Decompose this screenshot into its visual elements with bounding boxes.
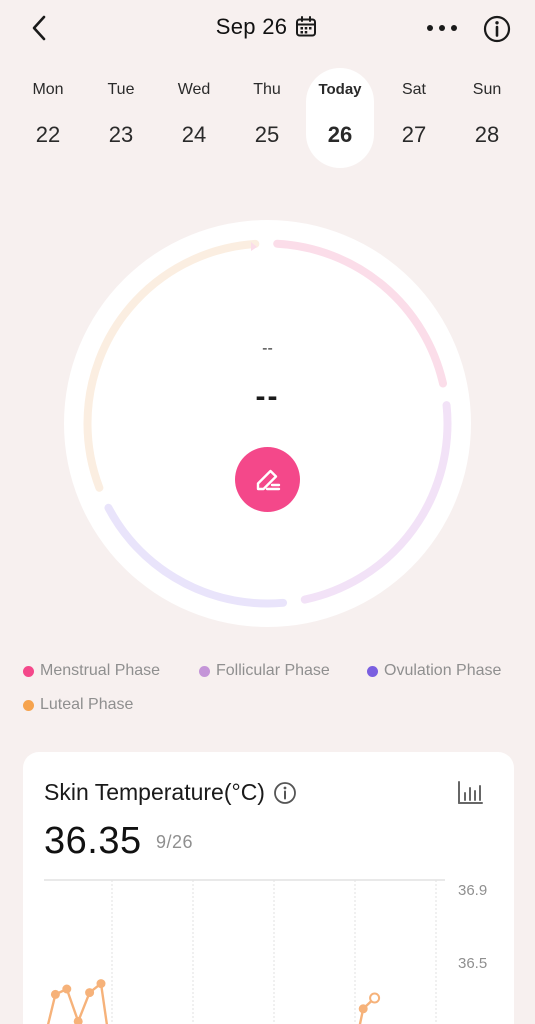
temperature-point: [369, 992, 381, 1004]
legend-label: Follicular Phase: [216, 662, 330, 679]
temperature-point: [62, 984, 72, 994]
day-number: 23: [108, 122, 134, 147]
day-number: 25: [254, 122, 280, 147]
cycle-label: --: [262, 340, 273, 357]
day-number: 28: [474, 122, 500, 147]
legend-luteal: Luteal Phase: [23, 696, 133, 714]
day-name: Today: [318, 81, 362, 98]
day-mon[interactable]: Mon 22: [14, 68, 82, 168]
day-name: Wed: [177, 81, 211, 98]
temperature-point: [73, 1016, 83, 1024]
day-tue[interactable]: Tue 23: [87, 68, 155, 168]
day-sun[interactable]: Sun 28: [453, 68, 521, 168]
day-name: Tue: [107, 81, 135, 98]
edit-pencil-icon: [256, 469, 280, 490]
legend-label: Menstrual Phase: [40, 662, 161, 679]
day-name: Mon: [32, 81, 64, 98]
legend-label: Luteal Phase: [40, 696, 134, 713]
day-name: Sat: [401, 81, 426, 98]
legend-menstrual: Menstrual Phase: [23, 662, 160, 680]
legend-dot: [367, 665, 378, 677]
legend-follicular: Follicular Phase: [199, 662, 330, 680]
week-strip: Mon 22 Tue 23 Wed 24 Thu 25 Today 26 Sat…: [0, 68, 535, 168]
header: Sep 26: [0, 0, 535, 60]
day-number: 27: [401, 122, 427, 147]
more-button[interactable]: [422, 12, 462, 44]
cycle-ring-card: -- --: [64, 220, 471, 627]
y-tick-label: 36.5: [458, 955, 488, 972]
temperature-point: [85, 988, 95, 998]
temperature-point: [358, 1004, 368, 1014]
page-title[interactable]: Sep 26: [216, 14, 288, 40]
day-sat[interactable]: Sat 27: [380, 68, 448, 168]
day-name: Thu: [253, 81, 281, 98]
legend-label: Ovulation Phase: [384, 662, 502, 679]
legend-dot: [23, 699, 34, 711]
temperature-point: [96, 979, 106, 989]
skin-temperature-chart: [44, 879, 445, 1024]
more-horizontal-icon: [427, 25, 457, 31]
day-thu[interactable]: Thu 25: [233, 68, 301, 168]
day-number: 26: [327, 122, 353, 147]
legend-dot: [199, 665, 210, 677]
legend-dot: [23, 665, 34, 677]
day-name: Sun: [472, 81, 502, 98]
cycle-value: --: [255, 380, 280, 413]
info-button[interactable]: [480, 12, 514, 46]
temperature-point: [50, 989, 60, 999]
calendar-icon: [296, 16, 317, 37]
day-today[interactable]: Today 26: [306, 68, 374, 168]
chart-series-group: [46, 979, 381, 1024]
edit-cycle-button[interactable]: [235, 447, 300, 512]
y-tick-label: 36.9: [458, 882, 488, 899]
legend-ovulation: Ovulation Phase: [367, 662, 501, 680]
info-icon: [483, 15, 511, 43]
day-number: 24: [181, 122, 207, 147]
day-wed[interactable]: Wed 24: [160, 68, 228, 168]
calendar-button[interactable]: [293, 14, 319, 40]
day-number: 22: [35, 122, 61, 147]
skin-temperature-card[interactable]: Skin Temperature(°C) 36.35 9/26 36.9 36.…: [23, 752, 514, 1024]
cycle-ring: [83, 239, 452, 608]
